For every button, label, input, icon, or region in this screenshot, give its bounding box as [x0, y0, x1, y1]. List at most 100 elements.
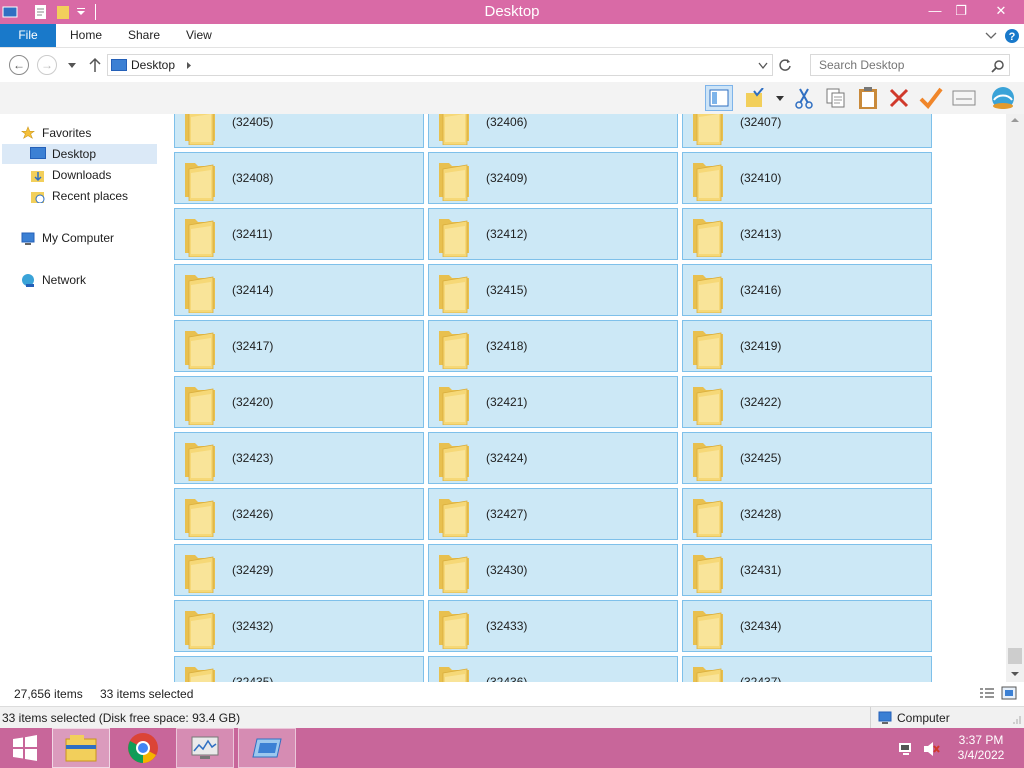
- folder-item[interactable]: (32436): [428, 656, 678, 682]
- select-folder-button[interactable]: [742, 85, 770, 111]
- vertical-scrollbar[interactable]: [1006, 114, 1024, 682]
- search-input[interactable]: [819, 55, 989, 75]
- folder-item[interactable]: (32434): [682, 600, 932, 652]
- folder-item[interactable]: (32412): [428, 208, 678, 260]
- back-button[interactable]: ←: [9, 55, 29, 75]
- folder-name: (32426): [232, 507, 274, 521]
- folder-item[interactable]: (32418): [428, 320, 678, 372]
- taskbar-remote-desktop[interactable]: [238, 728, 296, 768]
- folder-item[interactable]: (32409): [428, 152, 678, 204]
- folder-icon: [439, 443, 469, 481]
- navigation-pane: Favorites Desktop Downloads Recent place…: [0, 114, 170, 682]
- recent-places-icon: [31, 192, 45, 203]
- folder-name: (32421): [486, 395, 528, 409]
- folder-item[interactable]: (32410): [682, 152, 932, 204]
- taskbar-chrome[interactable]: [114, 728, 172, 768]
- folder-item[interactable]: (32427): [428, 488, 678, 540]
- computer-icon: [878, 711, 892, 724]
- paste-button[interactable]: [854, 85, 882, 111]
- details-view-icon[interactable]: [979, 687, 995, 701]
- folder-item[interactable]: (32428): [682, 488, 932, 540]
- up-arrow-icon[interactable]: [88, 57, 102, 73]
- tab-file[interactable]: File: [0, 24, 56, 47]
- internet-button[interactable]: [989, 85, 1017, 111]
- folder-item[interactable]: (32406): [428, 114, 678, 148]
- select-dropdown-icon[interactable]: [776, 96, 784, 102]
- refresh-icon[interactable]: [778, 58, 792, 72]
- folder-name: (32427): [486, 507, 528, 521]
- tab-view[interactable]: View: [186, 24, 212, 47]
- folder-item[interactable]: (32433): [428, 600, 678, 652]
- folder-item[interactable]: (32419): [682, 320, 932, 372]
- properties-button[interactable]: [950, 85, 978, 111]
- cut-button[interactable]: [790, 85, 818, 111]
- breadcrumb-desktop[interactable]: Desktop: [131, 58, 175, 72]
- nav-recent-places[interactable]: Recent places: [30, 186, 128, 206]
- file-list: (32405) (32406) (32407) (32408) (32409) (3241…: [170, 114, 1006, 682]
- recent-locations-chevron-icon[interactable]: [67, 62, 77, 70]
- scroll-up-icon[interactable]: [1011, 117, 1019, 123]
- folder-item[interactable]: (32435): [174, 656, 424, 682]
- scroll-down-icon[interactable]: [1011, 671, 1019, 677]
- restore-button[interactable]: ❐: [946, 0, 976, 22]
- resize-grip-icon[interactable]: [1013, 715, 1021, 725]
- breadcrumb-chevron-icon[interactable]: [186, 61, 192, 70]
- delete-button[interactable]: [885, 85, 913, 111]
- volume-muted-icon[interactable]: [922, 741, 940, 757]
- nav-my-computer[interactable]: My Computer: [20, 228, 114, 248]
- folder-item[interactable]: (32432): [174, 600, 424, 652]
- expand-ribbon-icon[interactable]: [985, 31, 997, 41]
- folder-item[interactable]: (32408): [174, 152, 424, 204]
- forward-button[interactable]: →: [37, 55, 57, 75]
- copy-button[interactable]: [822, 85, 850, 111]
- folder-item[interactable]: (32417): [174, 320, 424, 372]
- properties-card-icon: [952, 90, 976, 106]
- nav-downloads[interactable]: Downloads: [30, 165, 111, 185]
- folder-item[interactable]: (32415): [428, 264, 678, 316]
- folder-item[interactable]: (32425): [682, 432, 932, 484]
- search-icon[interactable]: [991, 59, 1005, 73]
- address-dropdown-icon[interactable]: [758, 62, 768, 70]
- folder-item[interactable]: (32405): [174, 114, 424, 148]
- taskbar-resource-monitor[interactable]: [176, 728, 234, 768]
- folder-item[interactable]: (32421): [428, 376, 678, 428]
- rename-button[interactable]: [917, 85, 945, 111]
- folder-name: (32433): [486, 619, 528, 633]
- address-bar[interactable]: Desktop: [107, 54, 773, 76]
- folder-item[interactable]: (32437): [682, 656, 932, 682]
- tray-clock[interactable]: 3:37 PM 3/4/2022: [946, 733, 1016, 763]
- folder-item[interactable]: (32429): [174, 544, 424, 596]
- tab-home[interactable]: Home: [70, 24, 102, 47]
- nav-network[interactable]: Network: [20, 270, 86, 290]
- folder-item[interactable]: (32414): [174, 264, 424, 316]
- status-bar: 27,656 items 33 items selected: [0, 682, 1024, 706]
- folder-item[interactable]: (32422): [682, 376, 932, 428]
- close-button[interactable]: ✕: [984, 0, 1018, 22]
- taskbar-file-explorer[interactable]: [52, 728, 110, 768]
- folder-item[interactable]: (32426): [174, 488, 424, 540]
- network-tray-icon[interactable]: [898, 741, 914, 757]
- folder-item[interactable]: (32416): [682, 264, 932, 316]
- nav-desktop[interactable]: Desktop: [2, 144, 157, 164]
- desktop-icon: [111, 59, 127, 71]
- tab-share[interactable]: Share: [128, 24, 160, 47]
- large-icons-view-icon[interactable]: [1001, 686, 1017, 700]
- search-box[interactable]: [810, 54, 1010, 76]
- folder-icon: [439, 555, 469, 593]
- folder-item[interactable]: (32431): [682, 544, 932, 596]
- folder-item[interactable]: (32423): [174, 432, 424, 484]
- folder-item[interactable]: (32411): [174, 208, 424, 260]
- folder-item[interactable]: (32407): [682, 114, 932, 148]
- folder-name: (32425): [740, 451, 782, 465]
- folder-item[interactable]: (32424): [428, 432, 678, 484]
- scrollbar-thumb[interactable]: [1008, 648, 1022, 664]
- folder-item[interactable]: (32420): [174, 376, 424, 428]
- folder-item[interactable]: (32413): [682, 208, 932, 260]
- start-button[interactable]: [0, 728, 50, 768]
- nav-favorites[interactable]: Favorites: [20, 123, 91, 143]
- nav-recent-label: Recent places: [52, 189, 129, 203]
- folder-name: (32410): [740, 171, 782, 185]
- help-icon[interactable]: ?: [1004, 28, 1020, 44]
- folder-item[interactable]: (32430): [428, 544, 678, 596]
- preview-pane-button[interactable]: [705, 85, 733, 111]
